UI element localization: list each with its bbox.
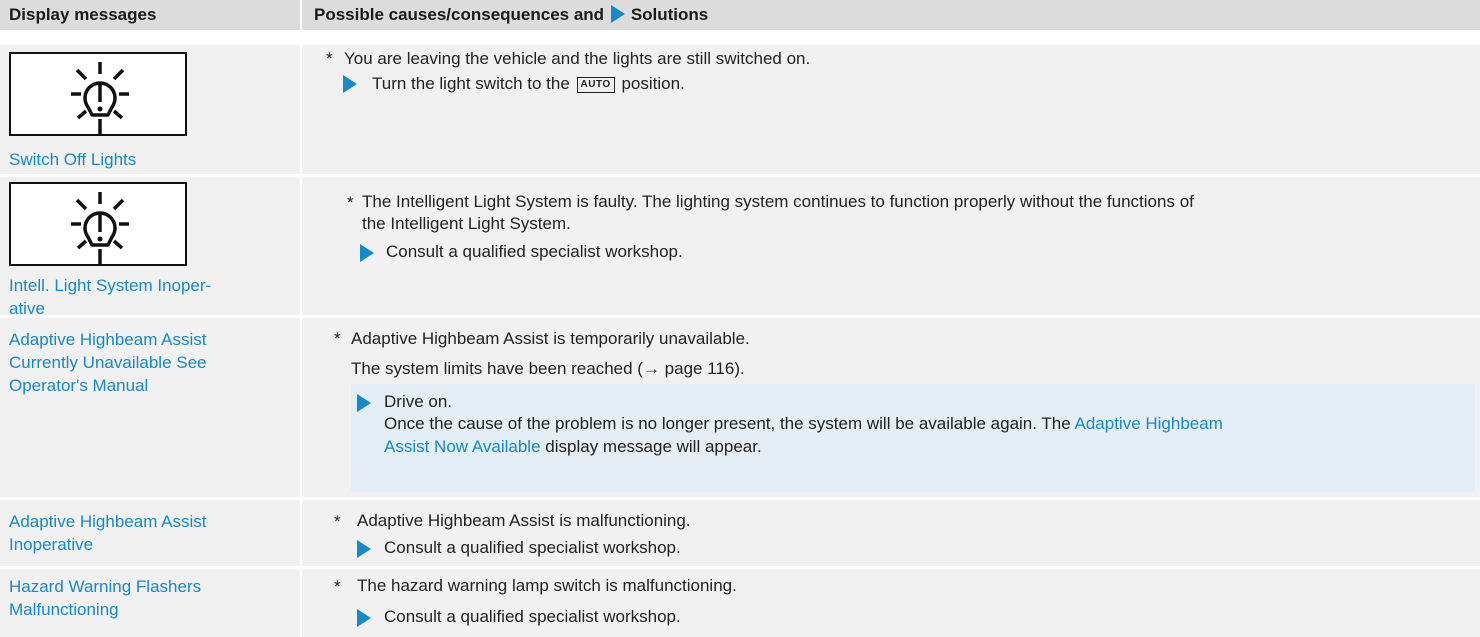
header-solutions: Solutions (630, 5, 709, 24)
message-adaptive-highbeam-unavailable: Adaptive Highbeam Assist Currently Unava… (9, 328, 289, 397)
light-warning-icon (9, 182, 187, 266)
cause-text-continued: the Intelligent Light System. (362, 214, 571, 233)
step-arrow-icon (357, 540, 371, 558)
table-header: Display messages Possible causes/consequ… (0, 0, 1480, 30)
table-row-2-cause-cell: * The Intelligent Light System is faulty… (302, 177, 1480, 315)
step-before: Turn the light switch to the (372, 74, 570, 93)
step-detail-line-1: Once the cause of the problem is no long… (384, 412, 1223, 435)
cause-text: The Intelligent Light System is faulty. … (362, 192, 1194, 211)
message-reference-link: Assist Now Available (384, 437, 541, 456)
bullet: * (334, 577, 341, 596)
table-row-4-message-cell: Adaptive Highbeam Assist Inoperative (0, 500, 300, 566)
step-text: Consult a qualified specialist workshop. (384, 607, 681, 626)
message-intell-light-system-inoperative: Intell. Light System Inoper- ative (9, 274, 289, 320)
message-line: Currently Unavailable See (9, 353, 207, 372)
step-detail-text: Once the cause of the problem is no long… (384, 414, 1071, 433)
step-arrow-icon (360, 244, 374, 262)
table-row-2-message-cell: Intell. Light System Inoper- ative (0, 177, 300, 318)
bullet: * (334, 329, 341, 348)
header-cell-display-messages: Display messages (0, 0, 300, 30)
cause-text: Adaptive Highbeam Assist is malfunctioni… (357, 511, 691, 530)
message-line: Intell. Light System Inoper- (9, 276, 212, 295)
message-line: Adaptive Highbeam Assist (9, 330, 207, 349)
message-line: Malfunctioning (9, 600, 119, 619)
table-row-5-cause-cell: * The hazard warning lamp switch is malf… (302, 569, 1480, 637)
table-row-1-message-cell: Switch Off Lights (0, 45, 300, 174)
message-switch-off-lights: Switch Off Lights (9, 150, 137, 169)
header-display-messages: Display messages (9, 5, 157, 24)
light-warning-icon (9, 52, 187, 136)
message-adaptive-highbeam-inoperative: Adaptive Highbeam Assist Inoperative (9, 510, 289, 556)
step-arrow-icon (343, 75, 357, 93)
cause-text: The hazard warning lamp switch is malfun… (357, 576, 737, 595)
bullet: * (347, 193, 354, 212)
auto-key-icon: AUTO (576, 77, 615, 93)
message-line: Hazard Warning Flashers (9, 577, 202, 596)
step-arrow-icon (357, 609, 371, 627)
step-arrow-icon (357, 394, 371, 412)
message-reference-link: Adaptive Highbeam (1074, 414, 1223, 433)
step-text: Consult a qualified specialist workshop. (386, 242, 683, 261)
message-hazard-warning-flashers: Hazard Warning Flashers Malfunctioning (9, 575, 289, 621)
message-line: Adaptive Highbeam Assist (9, 512, 207, 531)
message-line: Inoperative (9, 535, 94, 554)
table-row-5-message-cell: Hazard Warning Flashers Malfunctioning (0, 569, 300, 637)
bullet: * (326, 49, 333, 68)
solution-arrow-icon (610, 5, 625, 23)
table-row-3-cause-cell: * Adaptive Highbeam Assist is temporaril… (302, 318, 1480, 497)
step-text: Turn the light switch to the AUTO positi… (372, 72, 685, 95)
header-cell-causes: Possible causes/consequences and Solutio… (302, 0, 1480, 30)
bullet: * (334, 512, 341, 531)
header-causes-prefix: Possible causes/consequences and (314, 5, 605, 24)
message-line: ative (9, 299, 45, 318)
table-row-1-cause-cell: * You are leaving the vehicle and the li… (302, 45, 1480, 174)
message-line: Operator's Manual (9, 376, 149, 395)
cause-text: You are leaving the vehicle and the ligh… (344, 49, 811, 68)
header-causes: Possible causes/consequences and Solutio… (314, 5, 708, 25)
step-detail-text: display message will appear. (545, 437, 762, 456)
table-row-3-message-cell: Adaptive Highbeam Assist Currently Unava… (0, 318, 300, 497)
table-row-4-cause-cell: * Adaptive Highbeam Assist is malfunctio… (302, 500, 1480, 566)
step-text: Drive on. (384, 392, 453, 411)
note-text: The system limits have been reached (→ p… (351, 359, 745, 378)
cause-text: Adaptive Highbeam Assist is temporarily … (351, 329, 750, 348)
step-text: Consult a qualified specialist workshop. (384, 538, 681, 557)
step-detail-line-2: Assist Now Available display message wil… (384, 435, 762, 458)
step-after: position. (621, 74, 685, 93)
